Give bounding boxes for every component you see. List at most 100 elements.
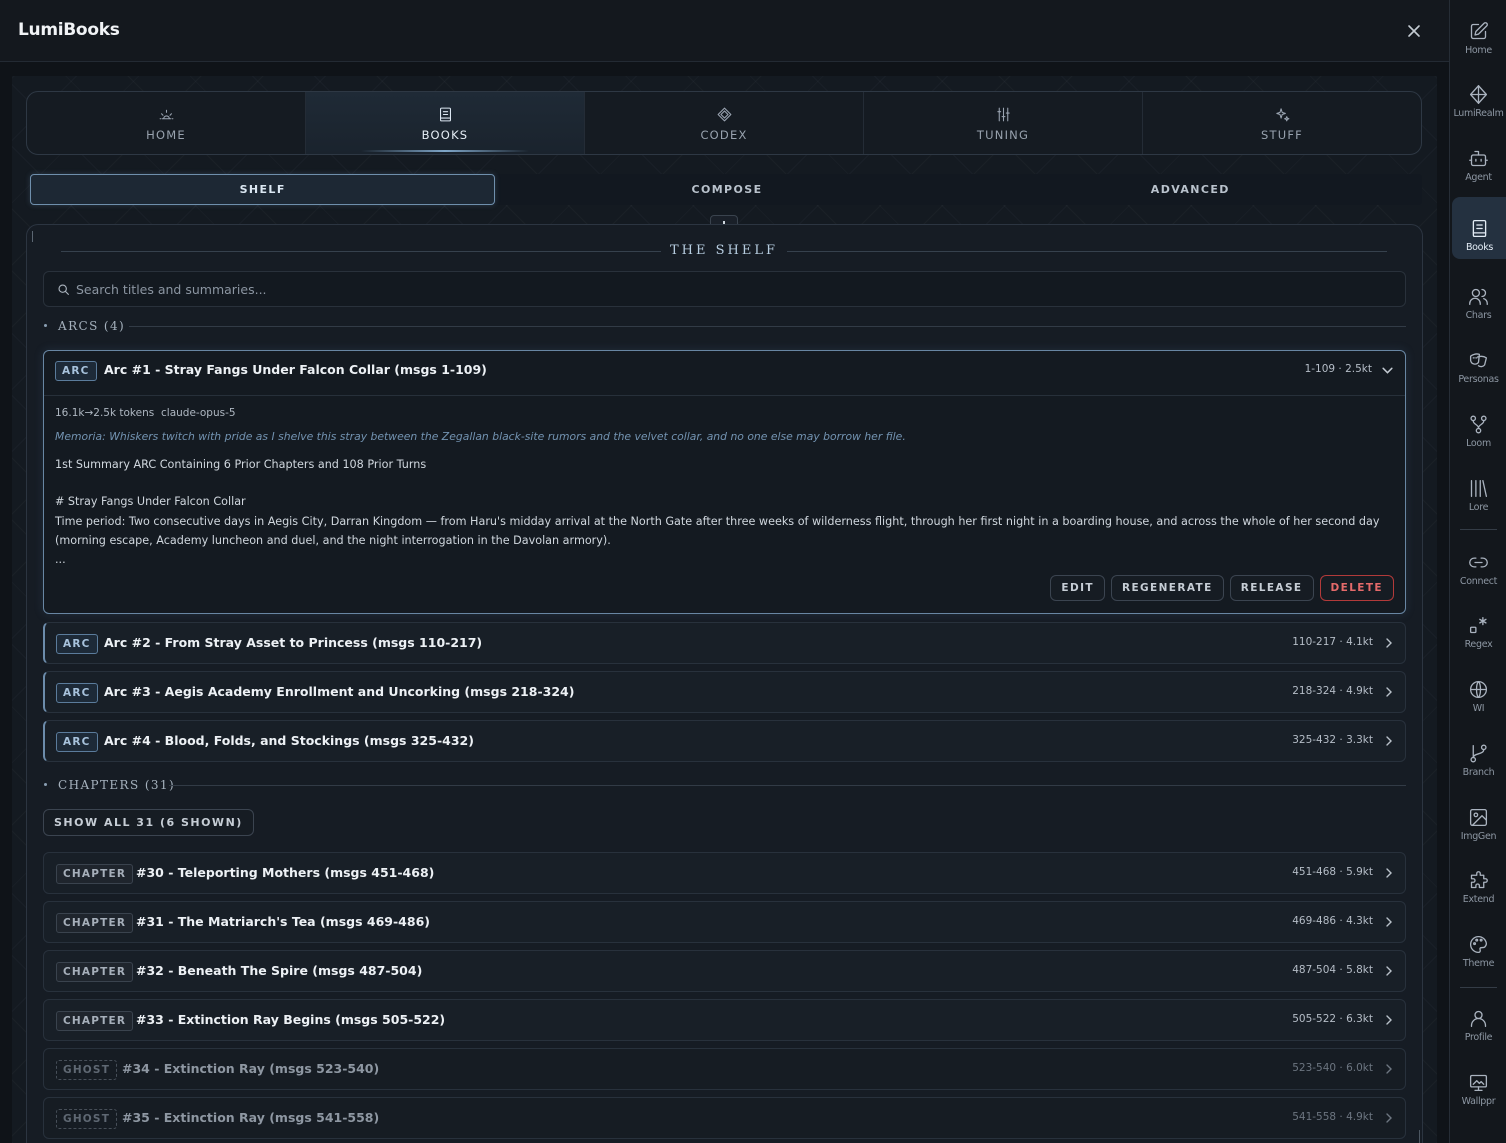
chapter-title: #31 - The Matriarch's Tea (msgs 469-486) bbox=[136, 914, 430, 929]
rail-item-label: Lore bbox=[1468, 502, 1489, 513]
memoria-note: Memoria: Whiskers twitch with pride as I… bbox=[55, 430, 906, 443]
scrollbar[interactable] bbox=[1419, 1130, 1420, 1143]
chevron-right-icon bbox=[1386, 638, 1392, 648]
rail-item-chars[interactable]: Chars bbox=[1450, 265, 1506, 327]
rail-item-label: Theme bbox=[1462, 958, 1495, 969]
chapter-badge: CHAPTER bbox=[56, 864, 134, 884]
chapter-row[interactable]: CHAPTER #30 - Teleporting Mothers (msgs … bbox=[43, 852, 1406, 894]
tab-books[interactable]: BOOKS bbox=[306, 92, 585, 154]
tab-codex[interactable]: CODEX bbox=[585, 92, 864, 154]
rail-item-wi[interactable]: WI bbox=[1450, 658, 1506, 720]
chapter-row[interactable]: CHAPTER #33 - Extinction Ray Begins (msg… bbox=[43, 999, 1406, 1041]
arc-meta: 325-432 · 3.3kt bbox=[1292, 734, 1373, 746]
rail-item-imggen[interactable]: ImgGen bbox=[1450, 786, 1506, 848]
rail-item-label: Loom bbox=[1466, 438, 1491, 449]
regex-icon bbox=[1469, 616, 1487, 634]
rail-divider bbox=[1460, 529, 1497, 530]
arc-row[interactable]: ARC Arc #3 - Aegis Academy Enrollment an… bbox=[43, 671, 1406, 713]
edit-button[interactable]: EDIT bbox=[1050, 575, 1105, 601]
tab-home[interactable]: HOME bbox=[27, 92, 306, 154]
active-tab-indicator bbox=[361, 150, 529, 152]
show-all-button[interactable]: SHOW ALL 31 (6 SHOWN) bbox=[43, 809, 254, 836]
rail-item-lumirealm[interactable]: LumiRealm bbox=[1450, 63, 1506, 125]
chapter-row[interactable]: CHAPTER #32 - Beneath The Spire (msgs 48… bbox=[43, 950, 1406, 992]
regenerate-button[interactable]: REGENERATE bbox=[1110, 575, 1224, 601]
bot-icon bbox=[1469, 150, 1488, 167]
ghost-chapter-row[interactable]: GHOST #35 - Extinction Ray (msgs 541-558… bbox=[43, 1097, 1406, 1139]
section-rule bbox=[169, 785, 1406, 786]
arc-meta: 1-109 · 2.5kt bbox=[1304, 363, 1372, 375]
chevron-right-icon bbox=[1386, 917, 1392, 927]
rail-item-label: ImgGen bbox=[1460, 831, 1497, 842]
arc-row[interactable]: ARC Arc #2 - From Stray Asset to Princes… bbox=[43, 622, 1406, 664]
chapter-meta: 487-504 · 5.8kt bbox=[1292, 964, 1373, 976]
tab-tuning[interactable]: TUNING bbox=[864, 92, 1143, 154]
arc-badge: ARC bbox=[55, 361, 97, 381]
rail-item-label: Home bbox=[1465, 45, 1492, 56]
arc-row[interactable]: ARC Arc #4 - Blood, Folds, and Stockings… bbox=[43, 720, 1406, 762]
tab-label: HOME bbox=[146, 128, 186, 142]
ghost-chapter-row[interactable]: GHOST #34 - Extinction Ray (msgs 523-540… bbox=[43, 1048, 1406, 1090]
rail-item-home[interactable]: Home bbox=[1450, 0, 1506, 62]
chevron-right-icon bbox=[1386, 868, 1392, 878]
arc-card-header[interactable]: ARC Arc #1 - Stray Fangs Under Falcon Co… bbox=[44, 351, 1405, 396]
search-icon bbox=[58, 284, 69, 295]
title-rule bbox=[787, 251, 1387, 252]
rail-item-loom[interactable]: Loom bbox=[1450, 393, 1506, 455]
rail-item-books[interactable]: Books bbox=[1452, 197, 1506, 259]
library-icon bbox=[1470, 479, 1488, 498]
search-input[interactable] bbox=[76, 272, 1376, 306]
subtab-advanced[interactable]: ADVANCED bbox=[959, 174, 1422, 205]
arc-meta: 218-324 · 4.9kt bbox=[1292, 685, 1373, 697]
arcs-section-header[interactable]: ARCS (4) bbox=[43, 319, 1406, 333]
subtab-compose[interactable]: COMPOSE bbox=[495, 174, 958, 205]
chevron-right-icon bbox=[1386, 736, 1392, 746]
corner-mark bbox=[32, 231, 33, 242]
arcs-header-text: ARCS (4) bbox=[58, 319, 126, 333]
palette-icon bbox=[1470, 935, 1488, 954]
app-title: LumiBooks bbox=[18, 20, 120, 40]
section-rule bbox=[129, 326, 1406, 327]
shelf-title: THE SHELF bbox=[27, 243, 1422, 259]
chevron-right-icon bbox=[1386, 1015, 1392, 1025]
arc-title: Arc #3 - Aegis Academy Enrollment and Un… bbox=[104, 684, 575, 699]
arc-title: Arc #1 - Stray Fangs Under Falcon Collar… bbox=[104, 362, 487, 377]
chevron-right-icon bbox=[1386, 1113, 1392, 1123]
chapter-title: #35 - Extinction Ray (msgs 541-558) bbox=[122, 1110, 380, 1125]
chapter-row[interactable]: CHAPTER #31 - The Matriarch's Tea (msgs … bbox=[43, 901, 1406, 943]
chevron-down-icon[interactable] bbox=[1381, 364, 1394, 377]
rail-item-wallppr[interactable]: Wallppr bbox=[1450, 1051, 1506, 1113]
rail-item-profile[interactable]: Profile bbox=[1450, 987, 1506, 1049]
sun-icon bbox=[159, 109, 173, 120]
chapter-meta: 541-558 · 4.9kt bbox=[1292, 1111, 1373, 1123]
tab-label: STUFF bbox=[1261, 128, 1303, 142]
edit-icon bbox=[1470, 22, 1488, 40]
diamond-icon bbox=[1469, 85, 1488, 104]
rail-item-personas[interactable]: Personas bbox=[1450, 329, 1506, 391]
delete-button[interactable]: DELETE bbox=[1319, 575, 1394, 601]
rail-item-extend[interactable]: Extend bbox=[1450, 849, 1506, 911]
subtab-shelf[interactable]: SHELF bbox=[30, 174, 496, 205]
tab-stuff[interactable]: STUFF bbox=[1143, 92, 1421, 154]
arc-title: Arc #2 - From Stray Asset to Princess (m… bbox=[104, 635, 483, 650]
chapters-section-header[interactable]: CHAPTERS (31) bbox=[43, 778, 1406, 792]
sparkles-icon bbox=[1275, 108, 1289, 122]
main-tabs: HOME BOOKS CODEX TUNING STUFF bbox=[26, 91, 1422, 155]
chapter-meta: 523-540 · 6.0kt bbox=[1292, 1062, 1373, 1074]
ghost-badge: GHOST bbox=[56, 1060, 118, 1080]
summary-heading: # Stray Fangs Under Falcon Collar bbox=[55, 495, 246, 509]
rail-item-label: Profile bbox=[1464, 1032, 1493, 1043]
arc-title: Arc #4 - Blood, Folds, and Stockings (ms… bbox=[104, 733, 474, 748]
release-button[interactable]: RELEASE bbox=[1229, 575, 1314, 601]
rail-item-lore[interactable]: Lore bbox=[1450, 457, 1506, 519]
rail-item-agent[interactable]: Agent bbox=[1450, 127, 1506, 189]
rail-item-label: Wallppr bbox=[1461, 1096, 1496, 1107]
close-icon[interactable] bbox=[1404, 21, 1424, 41]
rail-item-branch[interactable]: Branch bbox=[1450, 722, 1506, 784]
rail-item-regex[interactable]: Regex bbox=[1450, 594, 1506, 656]
rail-item-theme[interactable]: Theme bbox=[1450, 913, 1506, 975]
rail-item-connect[interactable]: Connect bbox=[1450, 531, 1506, 593]
shelf-title-text: THE SHELF bbox=[669, 243, 778, 258]
chapter-title: #32 - Beneath The Spire (msgs 487-504) bbox=[136, 963, 423, 978]
chapter-badge: CHAPTER bbox=[56, 1011, 134, 1031]
